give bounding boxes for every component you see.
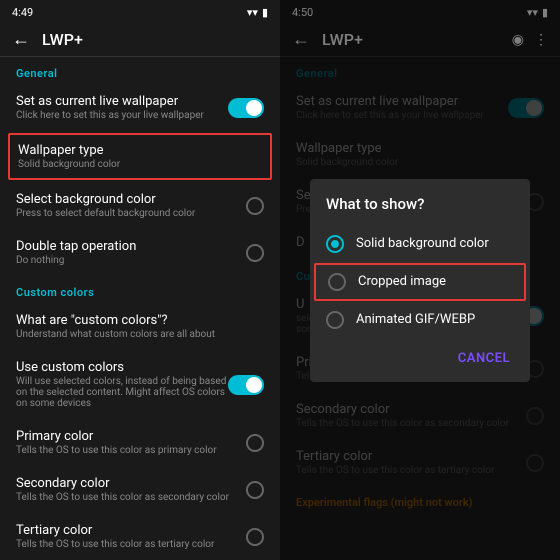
- left-custom-colors-header: Custom colors: [0, 276, 280, 303]
- solid-radio-selected: [326, 235, 344, 253]
- dialog-option-cropped[interactable]: Cropped image: [314, 263, 526, 301]
- dialog-title: What to show?: [310, 195, 530, 225]
- primary-color-title: Primary color: [16, 429, 246, 444]
- primary-color-subtitle: Tells the OS to use this color as primar…: [16, 445, 246, 456]
- what-custom-subtitle: Understand what custom colors are all ab…: [16, 329, 264, 340]
- secondary-color-title: Secondary color: [16, 476, 246, 491]
- double-tap-item[interactable]: Double tap operation Do nothing: [0, 229, 280, 276]
- back-button[interactable]: ←: [12, 29, 30, 50]
- use-custom-subtitle: Will use selected colors, instead of bei…: [16, 376, 228, 409]
- set-live-wallpaper-item[interactable]: Set as current live wallpaper Click here…: [0, 84, 280, 131]
- double-tap-radio[interactable]: [246, 244, 264, 262]
- secondary-color-item[interactable]: Secondary color Tells the OS to use this…: [0, 466, 280, 513]
- what-custom-title: What are "custom colors"?: [16, 313, 264, 328]
- primary-color-item[interactable]: Primary color Tells the OS to use this c…: [0, 419, 280, 466]
- left-general-header: General: [0, 57, 280, 84]
- left-app-title: LWP+: [42, 30, 268, 49]
- tertiary-color-item[interactable]: Tertiary color Tells the OS to use this …: [0, 513, 280, 560]
- select-bg-color-item[interactable]: Select background color Press to select …: [0, 182, 280, 229]
- left-phone-panel: 4:49 ▾▾ ▮ ← LWP+ General Set as current …: [0, 0, 280, 560]
- left-time: 4:49: [12, 6, 33, 19]
- secondary-color-radio[interactable]: [246, 481, 264, 499]
- gif-webp-label: Animated GIF/WEBP: [356, 312, 475, 327]
- left-status-bar: 4:49 ▾▾ ▮: [0, 0, 280, 23]
- wallpaper-type-title: Wallpaper type: [18, 143, 262, 158]
- left-status-icons: ▾▾ ▮: [247, 6, 268, 19]
- use-custom-toggle[interactable]: [228, 375, 264, 395]
- dialog-option-gif[interactable]: Animated GIF/WEBP: [310, 301, 530, 339]
- select-bg-color-subtitle: Press to select default background color: [16, 208, 246, 219]
- dialog-actions: CANCEL: [310, 339, 530, 374]
- wifi-icon: ▾▾: [247, 6, 258, 19]
- double-tap-subtitle: Do nothing: [16, 255, 246, 266]
- set-live-wallpaper-subtitle: Click here to set this as your live wall…: [16, 110, 228, 121]
- right-phone-panel: 4:50 ▾▾ ▮ ← LWP+ ◉ ⋮ General Set as curr…: [280, 0, 560, 560]
- live-wallpaper-toggle[interactable]: [228, 98, 264, 118]
- select-bg-color-title: Select background color: [16, 192, 246, 207]
- tertiary-color-title: Tertiary color: [16, 523, 246, 538]
- battery-icon: ▮: [262, 6, 268, 19]
- double-tap-title: Double tap operation: [16, 239, 246, 254]
- solid-bg-label: Solid background color: [356, 236, 489, 251]
- what-are-custom-colors-item[interactable]: What are "custom colors"? Understand wha…: [0, 303, 280, 350]
- cancel-button[interactable]: CANCEL: [450, 347, 518, 370]
- dialog-overlay: What to show? Solid background color Cro…: [280, 0, 560, 560]
- left-scroll-content: General Set as current live wallpaper Cl…: [0, 57, 280, 560]
- use-custom-title: Use custom colors: [16, 360, 228, 375]
- select-bg-color-radio[interactable]: [246, 197, 264, 215]
- wallpaper-type-item[interactable]: Wallpaper type Solid background color: [8, 133, 272, 180]
- cropped-radio: [328, 273, 346, 291]
- gif-radio: [326, 311, 344, 329]
- what-to-show-dialog: What to show? Solid background color Cro…: [310, 179, 530, 382]
- secondary-color-subtitle: Tells the OS to use this color as second…: [16, 492, 246, 503]
- cropped-image-label: Cropped image: [358, 274, 446, 289]
- dialog-option-solid[interactable]: Solid background color: [310, 225, 530, 263]
- set-live-wallpaper-title: Set as current live wallpaper: [16, 94, 228, 109]
- left-top-bar: ← LWP+: [0, 23, 280, 57]
- use-custom-colors-item[interactable]: Use custom colors Will use selected colo…: [0, 350, 280, 419]
- wallpaper-type-subtitle: Solid background color: [18, 159, 262, 170]
- primary-color-radio[interactable]: [246, 434, 264, 452]
- tertiary-color-radio[interactable]: [246, 528, 264, 546]
- tertiary-color-subtitle: Tells the OS to use this color as tertia…: [16, 539, 246, 550]
